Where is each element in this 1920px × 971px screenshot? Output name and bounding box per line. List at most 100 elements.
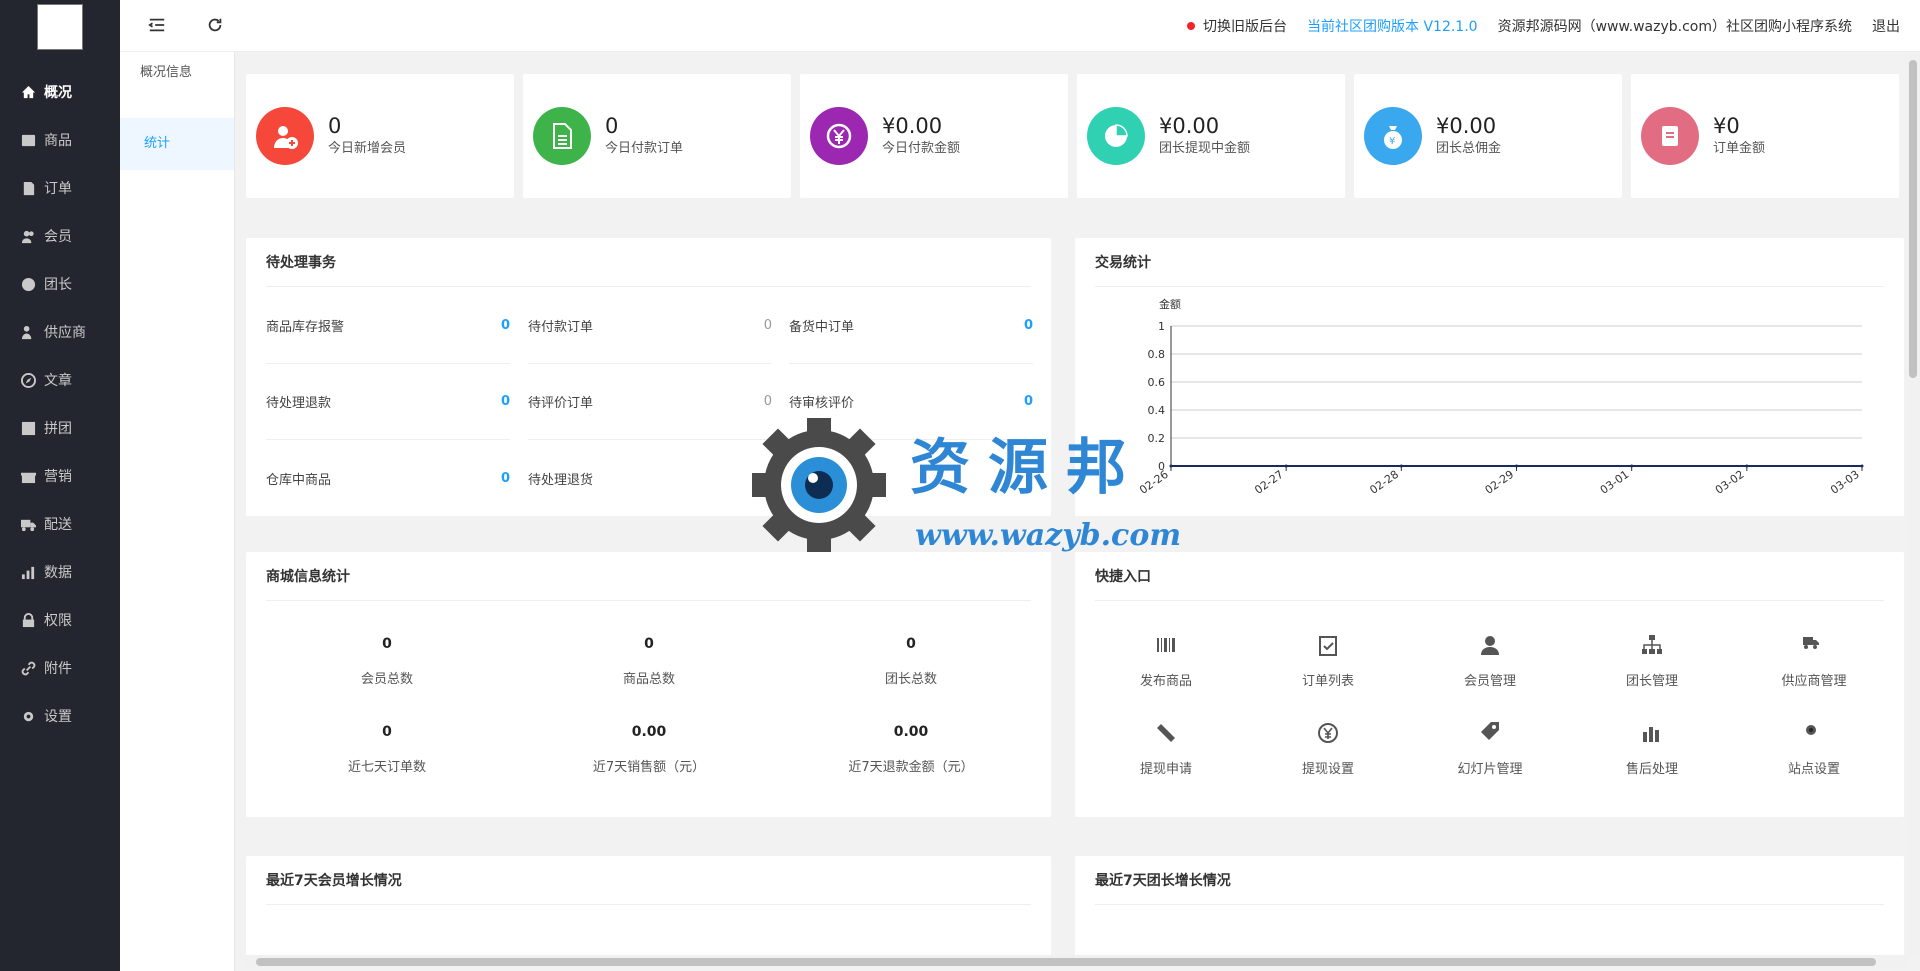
todo-item[interactable]: 商品库存报警 0 xyxy=(266,288,510,364)
mall-stat: 0.00 近7天销售额（元） xyxy=(518,724,780,775)
quick-entry[interactable]: 发布商品 xyxy=(1085,634,1247,689)
document-icon xyxy=(533,107,591,165)
ticket-icon xyxy=(1154,722,1178,746)
subnav-item-stats[interactable]: 统计 xyxy=(120,118,234,170)
sidebar-item-8[interactable]: 营销 xyxy=(0,452,120,500)
main-nav: 概况商品订单 会员 团长供应商文章 拼团营销配送 数据 权限 附件 设置 xyxy=(0,68,120,740)
todo-item[interactable]: 待审核评价 0 xyxy=(789,364,1033,440)
chart-point xyxy=(1284,464,1288,468)
sidebar-item-13[interactable]: 设置 xyxy=(0,692,120,740)
version-link[interactable]: 当前社区团购版本 V12.1.0 xyxy=(1307,16,1478,36)
chart-ytick-label: 0.2 xyxy=(1148,432,1166,445)
sidebar-item-4[interactable]: 团长 xyxy=(0,260,120,308)
chart-ylabel: 金额 xyxy=(1159,297,1181,311)
member-manage-icon xyxy=(1478,634,1502,658)
quick-entry[interactable]: 团长管理 xyxy=(1571,634,1733,689)
stat-card: ¥0.00 今日付款金额 xyxy=(800,74,1068,198)
sidebar-item-2[interactable]: 订单 xyxy=(0,164,120,212)
quick-entry-label: 站点设置 xyxy=(1787,762,1840,777)
quick-entry[interactable]: 提现申请 xyxy=(1085,722,1247,777)
tag-icon xyxy=(1478,722,1502,746)
todo-count: 0 xyxy=(500,394,510,409)
stat-value: 0 xyxy=(605,114,619,138)
member-growth-panel: 最近7天会员增长情况 xyxy=(246,856,1051,955)
sidebar-item-6[interactable]: 文章 xyxy=(0,356,120,404)
yen-circle-icon xyxy=(1316,722,1340,746)
todo-item[interactable]: 待评价订单 0 xyxy=(528,364,772,440)
sidebar-item-label: 商品 xyxy=(44,133,72,149)
sidebar-item-label: 营销 xyxy=(44,469,72,485)
chart-ytick-label: 0.6 xyxy=(1148,376,1166,389)
sidebar-item-9[interactable]: 配送 xyxy=(0,500,120,548)
leader-growth-panel: 最近7天团长增长情况 xyxy=(1075,856,1904,955)
red-dot-icon xyxy=(1187,22,1196,30)
todo-label: 待付款订单 xyxy=(528,320,594,335)
chart-xtick-label: 02-27 xyxy=(1252,468,1286,497)
stat-card: 0 今日新增会员 xyxy=(246,74,514,198)
todo-item[interactable]: 待处理退货 xyxy=(528,440,772,516)
quick-entry[interactable]: 会员管理 xyxy=(1409,634,1571,689)
sidebar-item-label: 供应商 xyxy=(44,325,86,341)
mall-stat-label: 团长总数 xyxy=(884,672,937,687)
supplier-icon xyxy=(20,324,36,340)
sidebar-item-10[interactable]: 数据 xyxy=(0,548,120,596)
mall-stat: 0 团长总数 xyxy=(780,636,1042,687)
todo-count: 0 xyxy=(763,318,772,333)
todo-panel: 待处理事务 商品库存报警 0 待付款订单 0 备货中订单 0 待处理退款 0 待评价订单 0 待审核… xyxy=(246,238,1051,516)
goods-icon xyxy=(20,132,36,148)
scroll-thumb[interactable] xyxy=(256,958,1876,966)
todo-count: 0 xyxy=(1023,318,1033,333)
mall-stat: 0 商品总数 xyxy=(518,636,780,687)
chart-icon xyxy=(20,564,36,580)
quick-entry[interactable]: 提现设置 xyxy=(1247,722,1409,777)
sidebar-item-7[interactable]: 拼团 xyxy=(0,404,120,452)
collapse-menu-icon[interactable] xyxy=(148,16,168,36)
site-name: 资源邦源码网（www.wazyb.com）社区团购小程序系统 xyxy=(1497,19,1852,35)
scroll-thumb[interactable] xyxy=(1909,60,1917,378)
quick-entry[interactable]: 供应商管理 xyxy=(1733,634,1895,689)
home-icon xyxy=(20,84,36,100)
todo-item[interactable]: 备货中订单 0 xyxy=(789,288,1033,364)
receipt-icon xyxy=(1641,107,1699,165)
logout-link[interactable]: 退出 xyxy=(1872,16,1900,36)
switch-old-backend-link[interactable]: 切换旧版后台 xyxy=(1187,16,1287,36)
logo[interactable] xyxy=(37,4,83,50)
stat-value: ¥0.00 xyxy=(882,114,943,138)
leader-icon xyxy=(20,276,36,292)
quick-entry[interactable]: 幻灯片管理 xyxy=(1409,722,1571,777)
mall-stat-label: 近7天销售额（元） xyxy=(592,760,706,775)
sidebar-item-11[interactable]: 权限 xyxy=(0,596,120,644)
sidebar-item-0[interactable]: 概况 xyxy=(0,68,120,116)
sub-sidebar: 概况信息 统计 xyxy=(120,0,235,971)
add-user-icon xyxy=(256,107,314,165)
todo-label: 待审核评价 xyxy=(789,396,855,411)
todo-item[interactable]: 待付款订单 0 xyxy=(528,288,772,364)
horizontal-scrollbar[interactable] xyxy=(246,955,1906,969)
money-bag-icon: ¥ xyxy=(1364,107,1422,165)
barcode-icon xyxy=(1154,634,1178,658)
mall-stat-label: 会员总数 xyxy=(360,672,413,687)
main-content: 0 今日新增会员 0 今日付款订单 ¥0.00 今日付款金额 ¥0.00 团长提现中金额 ¥ ¥0… xyxy=(236,52,1904,955)
bar-blocks-icon xyxy=(1640,722,1664,746)
sidebar-item-3[interactable]: 会员 xyxy=(0,212,120,260)
quick-entry[interactable]: 订单列表 xyxy=(1247,634,1409,689)
todo-item[interactable]: 仓库中商品 0 xyxy=(266,440,510,516)
quick-entry[interactable]: 售后处理 xyxy=(1571,722,1733,777)
quick-entry-label: 发布商品 xyxy=(1139,674,1192,689)
todo-label: 待处理退货 xyxy=(528,472,594,488)
stat-card: ¥ ¥0.00 团长总佣金 xyxy=(1354,74,1622,198)
divider xyxy=(266,286,1031,287)
vertical-scrollbar[interactable] xyxy=(1906,52,1920,955)
leader-growth-title: 最近7天团长增长情况 xyxy=(1095,873,1231,889)
sidebar-item-12[interactable]: 附件 xyxy=(0,644,120,692)
mall-stat: 0.00 近7天退款金额（元） xyxy=(780,724,1042,775)
quick-entry[interactable]: 站点设置 xyxy=(1733,722,1895,777)
refresh-icon[interactable] xyxy=(206,16,226,36)
todo-item[interactable]: 待处理退款 0 xyxy=(266,364,510,440)
mall-stat-value: 0 xyxy=(382,724,392,740)
sidebar-item-1[interactable]: 商品 xyxy=(0,116,120,164)
sidebar-item-5[interactable]: 供应商 xyxy=(0,308,120,356)
todo-count: 0 xyxy=(500,318,510,333)
todo-label: 仓库中商品 xyxy=(266,472,332,488)
divider xyxy=(266,600,1031,601)
